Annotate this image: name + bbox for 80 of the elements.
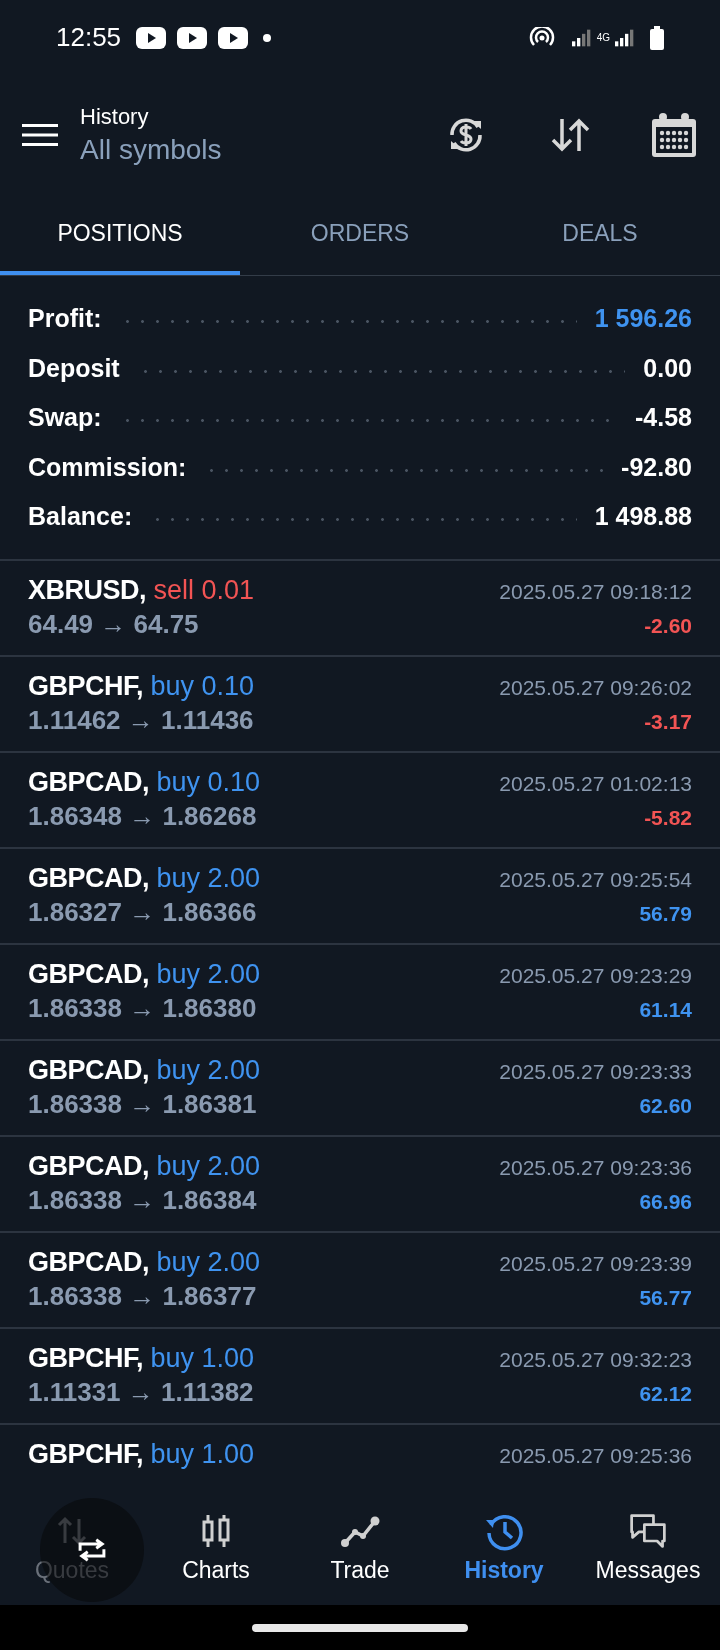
position-profit: 62.60 [639, 1094, 692, 1118]
position-profit: 62.12 [639, 1382, 692, 1406]
nav-tab[interactable]: Charts [144, 1490, 288, 1605]
position-row[interactable]: GBPCAD, buy 2.00 2025.05.27 09:25:54 1.86327 → 1.86366 56.79 [0, 849, 720, 945]
position-title: XBRUSD, sell 0.01 [28, 575, 255, 606]
summary-label: Profit: [28, 304, 102, 334]
nav-tab[interactable]: Messages [576, 1490, 720, 1605]
position-title: GBPCAD, buy 2.00 [28, 959, 261, 990]
position-profit: 56.77 [639, 1286, 692, 1310]
position-time: 2025.05.27 09:23:33 [499, 1060, 692, 1084]
position-row[interactable]: GBPCHF, buy 0.10 2025.05.27 09:26:02 1.11462 → 1.11436 -3.17 [0, 657, 720, 753]
summary-label: Swap: [28, 403, 102, 433]
position-prices: 1.86338 → 1.86381 [28, 1089, 257, 1120]
summary-label: Commission: [28, 452, 187, 482]
position-profit: 61.14 [639, 998, 692, 1022]
position-row[interactable]: XBRUSD, sell 0.01 2025.05.27 09:18:12 64.49 → 64.75 -2.60 [0, 561, 720, 657]
position-row[interactable]: GBPCAD, buy 2.00 2025.05.27 09:23:39 1.86338 → 1.86377 56.77 [0, 1233, 720, 1329]
position-row[interactable]: GBPCAD, buy 0.10 2025.05.27 01:02:13 1.86348 → 1.86268 -5.82 [0, 753, 720, 849]
home-indicator[interactable] [252, 1623, 468, 1632]
position-prices: 1.11331 → 1.11382 [28, 1377, 254, 1408]
nav-tab[interactable]: History [432, 1490, 576, 1605]
position-time: 2025.05.27 01:02:13 [499, 772, 692, 796]
position-title: GBPCHF, buy 1.00 [28, 1439, 255, 1470]
video-app-icon [136, 26, 167, 49]
nav-tab[interactable]: Trade [288, 1490, 432, 1605]
position-prices: 1.86327 → 1.86366 [28, 897, 257, 928]
status-time: 12:55 [56, 22, 122, 53]
position-time: 2025.05.27 09:23:29 [499, 964, 692, 988]
position-title: GBPCAD, buy 2.00 [28, 1247, 261, 1278]
position-profit: -5.82 [644, 806, 692, 830]
position-title: GBPCAD, buy 2.00 [28, 1151, 261, 1182]
position-time: 2025.05.27 09:32:23 [499, 1348, 692, 1372]
position-profit: -3.17 [644, 710, 692, 734]
position-prices: 1.11462 → 1.11436 [28, 705, 254, 736]
position-prices: 1.86338 → 1.86384 [28, 1185, 257, 1216]
symbol-filter[interactable]: All symbols [80, 134, 392, 166]
battery-icon [650, 25, 664, 50]
notification-dot-icon [263, 33, 272, 42]
signal-icon [615, 28, 635, 47]
position-prices: 1.86338 → 1.86377 [28, 1281, 257, 1312]
summary-value: -92.80 [621, 452, 692, 482]
tab[interactable]: DEALS [480, 195, 720, 275]
position-title: GBPCAD, buy 2.00 [28, 1055, 261, 1086]
position-row[interactable]: GBPCAD, buy 2.00 2025.05.27 09:23:33 1.86338 → 1.86381 62.60 [0, 1041, 720, 1137]
position-time: 2025.05.27 09:23:39 [499, 1252, 692, 1276]
calendar-icon [651, 112, 697, 158]
summary-value: -4.58 [635, 403, 692, 433]
position-title: GBPCAD, buy 2.00 [28, 863, 261, 894]
summary-label: Deposit [28, 353, 120, 383]
position-row[interactable]: GBPCAD, buy 2.00 2025.05.27 09:23:29 1.86338 → 1.86380 61.14 [0, 945, 720, 1041]
position-prices: 1.86338 → 1.86380 [28, 993, 257, 1024]
position-title: GBPCHF, buy 0.10 [28, 671, 255, 702]
position-row[interactable]: GBPCAD, buy 2.00 2025.05.27 09:23:36 1.86338 → 1.86384 66.96 [0, 1137, 720, 1233]
tab[interactable]: POSITIONS [0, 195, 240, 275]
position-time: 2025.05.27 09:23:36 [499, 1156, 692, 1180]
screen-title: History [80, 104, 150, 130]
video-app-icon [177, 26, 208, 49]
signal-icon [571, 28, 592, 47]
position-time: 2025.05.27 09:18:12 [499, 580, 692, 604]
position-title: GBPCHF, buy 1.00 [28, 1343, 255, 1374]
position-title: GBPCAD, buy 0.10 [28, 767, 261, 798]
position-prices: 1.86348 → 1.86268 [28, 801, 257, 832]
summary-value: 1 596.26 [594, 304, 692, 334]
summary-value: 0.00 [643, 353, 692, 383]
position-time: 2025.05.27 09:25:54 [499, 868, 692, 892]
menu-button[interactable] [22, 123, 58, 147]
menu-icon [22, 123, 58, 147]
position-profit: 56.79 [639, 902, 692, 926]
position-time: 2025.05.27 09:26:02 [499, 676, 692, 700]
summary-label: Balance: [28, 502, 133, 532]
position-prices: 64.49 → 64.75 [28, 609, 199, 640]
summary-value: 1 498.88 [594, 502, 692, 532]
position-time: 2025.05.27 09:25:36 [499, 1444, 692, 1468]
network-type: 4G [596, 32, 610, 43]
position-profit: 66.96 [639, 1190, 692, 1214]
position-profit: -2.60 [644, 614, 692, 638]
chat-bubbles-icon [628, 1511, 668, 1551]
video-app-icon [218, 26, 249, 49]
tab[interactable]: ORDERS [240, 195, 480, 275]
position-row[interactable]: GBPCHF, buy 1.00 2025.05.27 09:32:23 1.11331 → 1.11382 62.12 [0, 1329, 720, 1425]
